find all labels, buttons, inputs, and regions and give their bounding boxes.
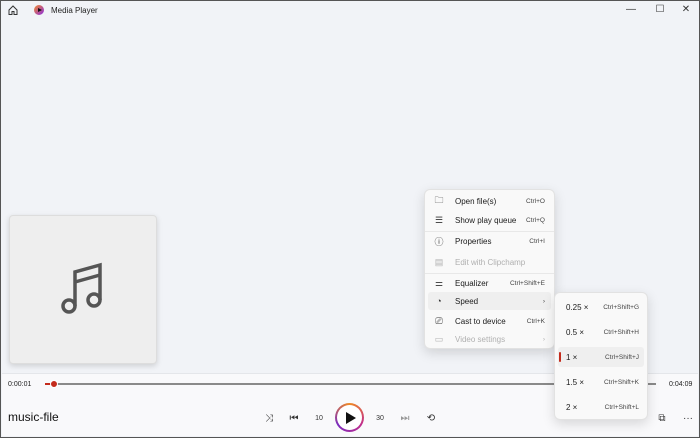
media-title: music-file: [8, 410, 59, 424]
menu-item-speed[interactable]: ◔ Speed ›: [428, 292, 551, 310]
minimize-button[interactable]: —: [621, 3, 641, 17]
menu-item-show-play-queue[interactable]: ☰ Show play queue Ctrl+Q: [428, 211, 551, 229]
video-icon: ▭: [434, 333, 444, 344]
previous-button[interactable]: ⏮: [286, 410, 302, 426]
menu-item-edit-with-clipchamp: ▤ Edit with Clipchamp: [434, 256, 526, 267]
rewind-label: 10: [315, 414, 323, 422]
rewind-10-button[interactable]: 10: [311, 410, 327, 426]
menu-item-equalizer[interactable]: ⚌ Equalizer Ctrl+Shift+E: [428, 274, 551, 292]
equalizer-icon: ⚌: [434, 277, 444, 288]
forward-label: 30: [376, 414, 384, 422]
speed-option-selected[interactable]: 1 × Ctrl+Shift+J: [558, 347, 644, 367]
speed-submenu: 0.25 × Ctrl+Shift+G 0.5 × Ctrl+Shift+H 1 ×…: [554, 292, 648, 420]
chevron-right-icon: ›: [542, 297, 545, 305]
total-duration: 0:04:09: [669, 381, 693, 388]
play-button[interactable]: [335, 403, 364, 432]
speed-option[interactable]: 0.25 × Ctrl+Shift+G: [558, 297, 644, 317]
speed-icon: ◔: [436, 296, 442, 306]
clipchamp-icon: ▤: [434, 256, 444, 267]
forward-30-button[interactable]: 30: [372, 410, 388, 426]
seek-thumb[interactable]: [50, 380, 58, 388]
app-logo-icon: [34, 5, 44, 15]
home-icon[interactable]: [7, 4, 19, 16]
elapsed-time: 0:00:01: [8, 381, 32, 388]
info-icon: ⓘ: [434, 236, 444, 247]
cast-icon: ⎚: [435, 315, 443, 326]
queue-icon: ☰: [434, 214, 444, 225]
music-note-icon: [61, 262, 102, 314]
folder-icon: 🗀: [434, 195, 444, 205]
media-player-window: Media Player — ☐ ✕ 0:00:01 0:04:09 music…: [0, 0, 700, 438]
maximize-button[interactable]: ☐: [650, 3, 670, 17]
title-bar: Media Player — ☐ ✕: [1, 1, 699, 20]
window-title: Media Player: [51, 6, 98, 15]
speed-option[interactable]: 2 × Ctrl+Shift+L: [558, 397, 644, 417]
menu-item-cast-to-device[interactable]: ⎚ Cast to device Ctrl+K: [428, 312, 551, 330]
close-button[interactable]: ✕: [676, 3, 696, 17]
shuffle-button[interactable]: ⤨: [261, 410, 277, 426]
repeat-button[interactable]: ⟲: [423, 410, 439, 426]
selected-indicator: [559, 352, 561, 362]
menu-item-properties[interactable]: ⓘ Properties Ctrl+I: [428, 232, 551, 250]
menu-item-video-settings: ▭ Video settings ›: [434, 333, 545, 344]
play-icon: [346, 411, 356, 424]
mini-player-button[interactable]: ⧉: [654, 410, 670, 426]
context-menu: 🗀 Open file(s) Ctrl+O ☰ Show play queue Ctrl…: [424, 189, 555, 349]
album-art: [9, 215, 157, 364]
chevron-right-icon: ›: [542, 335, 545, 343]
menu-item-open-files[interactable]: 🗀 Open file(s) Ctrl+O: [428, 192, 551, 210]
speed-option[interactable]: 1.5 × Ctrl+Shift+K: [558, 372, 644, 392]
speed-option[interactable]: 0.5 × Ctrl+Shift+H: [558, 322, 644, 342]
next-button[interactable]: ⏭: [397, 410, 413, 426]
more-options-button[interactable]: ···: [680, 410, 696, 426]
